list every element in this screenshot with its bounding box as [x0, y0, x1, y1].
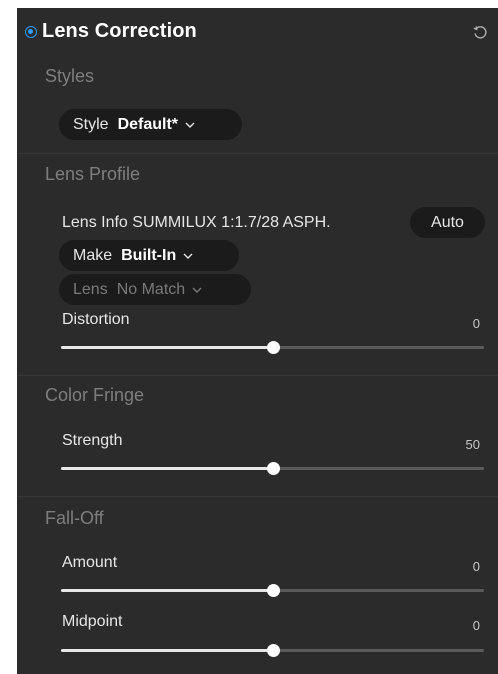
- midpoint-value[interactable]: 0: [440, 618, 480, 633]
- slider-fill: [61, 346, 273, 349]
- make-dropdown[interactable]: Make Built-In: [59, 240, 239, 271]
- section-title-styles[interactable]: Styles: [45, 66, 94, 87]
- make-label: Make: [73, 246, 113, 264]
- power-toggle-icon[interactable]: [25, 26, 37, 38]
- amount-label: Amount: [62, 554, 118, 571]
- chevron-down-icon: [192, 287, 202, 293]
- slider-thumb[interactable]: [266, 341, 280, 354]
- amount-value[interactable]: 0: [440, 559, 480, 574]
- divider: [17, 375, 498, 376]
- slider-thumb[interactable]: [266, 584, 280, 597]
- slider-fill: [61, 649, 273, 652]
- divider: [17, 153, 498, 154]
- strength-label: Strength: [62, 432, 123, 449]
- amount-slider[interactable]: [61, 582, 484, 598]
- midpoint-slider[interactable]: [61, 642, 484, 658]
- section-title-color-fringe[interactable]: Color Fringe: [45, 385, 144, 406]
- make-value: Built-In: [121, 246, 177, 264]
- lens-dropdown[interactable]: Lens No Match: [59, 274, 251, 305]
- style-label: Style: [73, 115, 109, 133]
- distortion-label: Distortion: [62, 311, 130, 328]
- midpoint-label: Midpoint: [62, 613, 123, 630]
- slider-thumb[interactable]: [266, 644, 280, 657]
- lens-info-text: Lens Info SUMMILUX 1:1.7/28 ASPH.: [62, 214, 331, 231]
- lens-label: Lens: [73, 280, 108, 298]
- section-title-falloff[interactable]: Fall-Off: [45, 508, 104, 529]
- strength-value[interactable]: 50: [440, 437, 480, 452]
- lens-value: No Match: [116, 280, 186, 298]
- chevron-down-icon: [183, 253, 193, 259]
- divider: [17, 496, 498, 497]
- panel-title: Lens Correction: [42, 20, 197, 42]
- section-title-lens-profile[interactable]: Lens Profile: [45, 164, 140, 185]
- style-value: Default*: [117, 115, 179, 133]
- strength-slider[interactable]: [61, 460, 484, 476]
- distortion-slider[interactable]: [61, 339, 484, 355]
- chevron-down-icon: [185, 122, 195, 128]
- style-dropdown[interactable]: Style Default*: [59, 109, 242, 140]
- slider-thumb[interactable]: [266, 462, 280, 475]
- distortion-value[interactable]: 0: [440, 316, 480, 331]
- slider-fill: [61, 467, 273, 470]
- panel-header[interactable]: Lens Correction: [17, 8, 498, 56]
- slider-fill: [61, 589, 273, 592]
- lens-correction-panel: Lens Correction Styles Style Default* Le…: [17, 8, 498, 674]
- auto-button[interactable]: Auto: [410, 207, 485, 238]
- reset-icon[interactable]: [472, 24, 488, 40]
